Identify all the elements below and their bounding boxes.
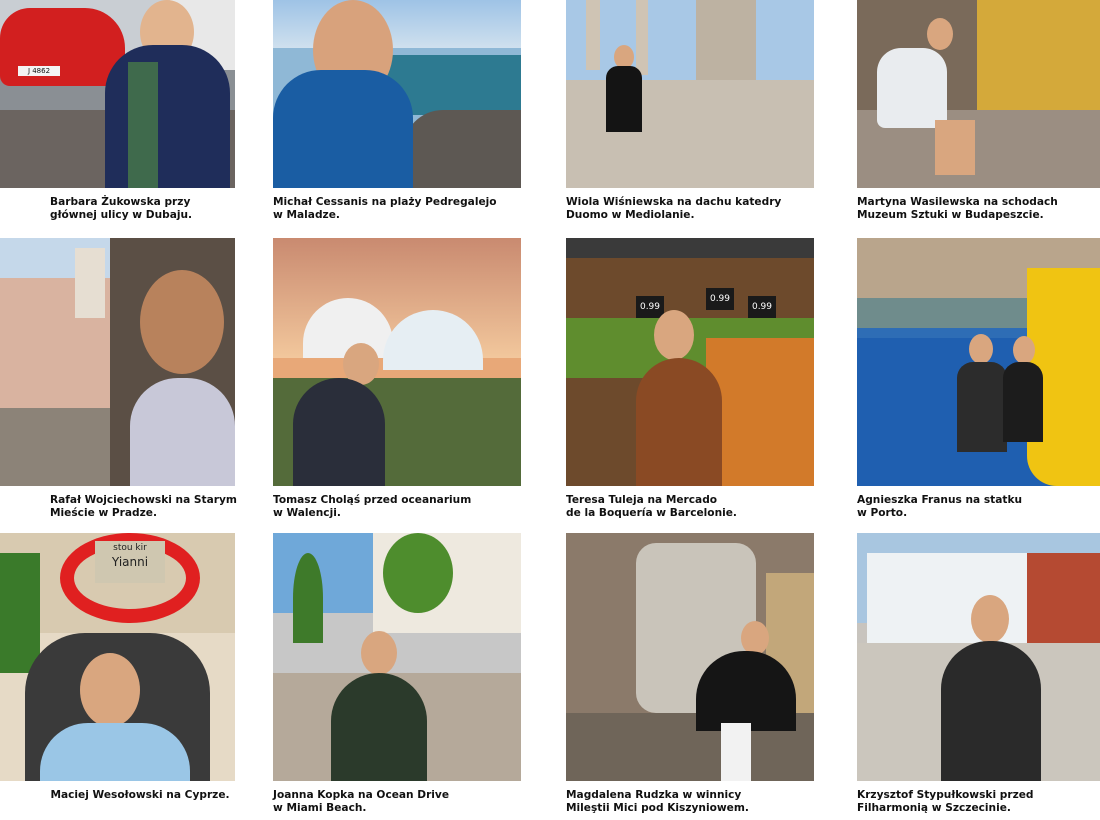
caption-10: Joanna Kopka na Ocean Drive w Miami Beac… <box>273 789 450 814</box>
photo-milestii-mici <box>566 533 814 781</box>
photo-card-5: Rafał Wojciechowski na Starym Mieście w … <box>0 238 248 519</box>
caption-8: Agnieszka Franus na statku w Porto. <box>857 494 1023 519</box>
photo-barcelona: 0.99 0.99 0.99 <box>566 238 814 486</box>
sign-bottom-text: Yianni <box>111 555 149 569</box>
photo-szczecin <box>857 533 1100 781</box>
caption-4: Martyna Wasilewska na schodach Muzeum Sz… <box>857 196 1058 221</box>
caption-7: Teresa Tuleja na Mercado de la Boquería … <box>566 494 737 519</box>
price-sign-2: 0.99 <box>706 288 734 310</box>
photo-card-2: Michał Cessanis na plaży Pedregalejo w M… <box>273 0 521 221</box>
photo-card-10: Joanna Kopka na Ocean Drive w Miami Beac… <box>273 533 521 814</box>
photo-card-11: Magdalena Rudzka w winnicy Mileştii Mici… <box>566 533 814 814</box>
photo-card-4: Martyna Wasilewska na schodach Muzeum Sz… <box>857 0 1100 221</box>
caption-1: Barbara Żukowska przy głównej ulicy w Du… <box>50 196 193 221</box>
photo-card-3: Wiola Wiśniewska na dachu katedry Duomo … <box>566 0 814 221</box>
caption-6: Tomasz Choląś przed oceanarium w Walencj… <box>273 494 472 519</box>
caption-3: Wiola Wiśniewska na dachu katedry Duomo … <box>566 196 782 221</box>
photo-milan <box>566 0 814 188</box>
sign-top-text: stou kir <box>113 543 147 553</box>
photo-card-9: stou kir Yianni Maciej Wesołowski na Cyp… <box>0 533 248 801</box>
photo-card-6: Tomasz Choląś przed oceanarium w Walencj… <box>273 238 521 519</box>
photo-budapest <box>857 0 1100 188</box>
photo-malaga <box>273 0 521 188</box>
photo-card-1: J 4862 Barbara Żukowska przy głównej uli… <box>0 0 248 221</box>
photo-miami <box>273 533 521 781</box>
photo-card-12: Krzysztof Stypułkowski przed Filharmonią… <box>857 533 1100 814</box>
photo-porto <box>857 238 1100 486</box>
caption-12: Krzysztof Stypułkowski przed Filharmonią… <box>857 789 1034 814</box>
license-plate: J 4862 <box>18 66 60 76</box>
price-sign-1: 0.99 <box>636 296 664 318</box>
caption-2: Michał Cessanis na plaży Pedregalejo w M… <box>273 196 497 221</box>
price-sign-3: 0.99 <box>748 296 776 318</box>
photo-prague <box>0 238 235 486</box>
photo-valencia <box>273 238 521 486</box>
caption-9: Maciej Wesołowski na Cyprze. <box>50 789 230 801</box>
photo-cyprus: stou kir Yianni <box>0 533 235 781</box>
caption-11: Magdalena Rudzka w winnicy Mileştii Mici… <box>566 789 749 814</box>
photo-card-7: 0.99 0.99 0.99 Teresa Tuleja na Mercado … <box>566 238 814 519</box>
caption-5: Rafał Wojciechowski na Starym Mieście w … <box>50 494 237 519</box>
photo-dubai: J 4862 <box>0 0 235 188</box>
photo-card-8: Agnieszka Franus na statku w Porto. <box>857 238 1100 519</box>
